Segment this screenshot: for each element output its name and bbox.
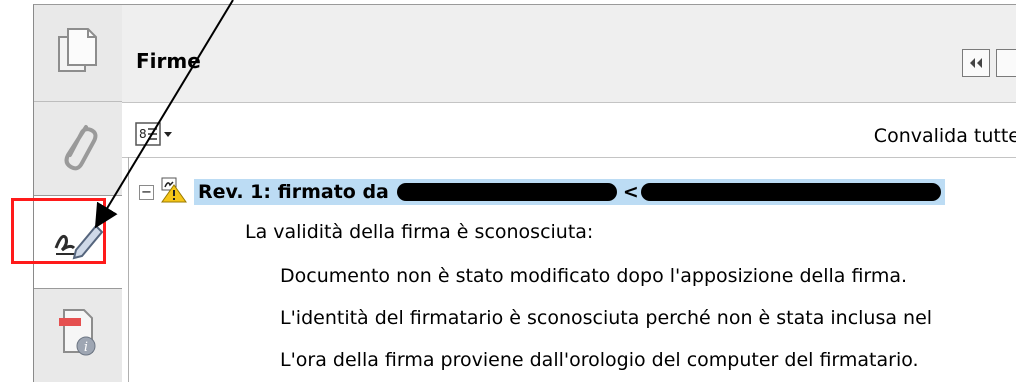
panel-header: Firme [122,5,1016,103]
signatures-panel: Firme 8 Convalida tutte − Rev. 1: firmat… [122,4,1016,382]
signature-detail-identity: L'identità del firmatario è sconosciuta … [280,307,933,329]
list-options-icon: 8 [135,122,175,150]
document-properties-button[interactable]: i [34,289,122,379]
signature-header-label: Rev. 1: firmato da [198,181,389,203]
highlight-box [11,198,106,264]
svg-text:i: i [84,340,88,355]
attachments-button[interactable] [34,103,122,195]
svg-text:8: 8 [139,127,147,141]
signatures-toolbar: 8 Convalida tutte [122,103,1016,158]
redacted-signer-name [396,183,617,201]
signature-header[interactable]: Rev. 1: firmato da < [194,179,945,205]
pages-icon [56,27,100,83]
options-button[interactable]: 8 [135,122,181,150]
signature-detail-time: L'ora della firma proviene dall'orologio… [280,349,919,371]
navigation-rail: i [33,4,123,382]
paperclip-icon [56,117,100,181]
document-info-icon: i [56,306,100,362]
panel-title: Firme [136,49,201,73]
signature-tree: − Rev. 1: firmato da < La validità della… [128,157,1016,382]
pages-button[interactable] [34,9,122,101]
signature-row[interactable]: − Rev. 1: firmato da < [139,175,945,209]
collapse-panel-button[interactable] [962,49,990,77]
redacted-signer-email [640,183,941,201]
panel-menu-button[interactable] [996,49,1016,77]
double-chevron-left-icon [968,54,984,73]
signature-status: La validità della firma è sconosciuta: [245,221,594,243]
email-open-bracket: < [622,181,639,203]
signature-detail-modification: Documento non è stato modificato dopo l'… [280,265,908,287]
validate-all-link[interactable]: Convalida tutte [874,125,1016,147]
collapse-toggle-icon[interactable]: − [139,184,154,200]
signature-warning-icon [160,177,188,208]
